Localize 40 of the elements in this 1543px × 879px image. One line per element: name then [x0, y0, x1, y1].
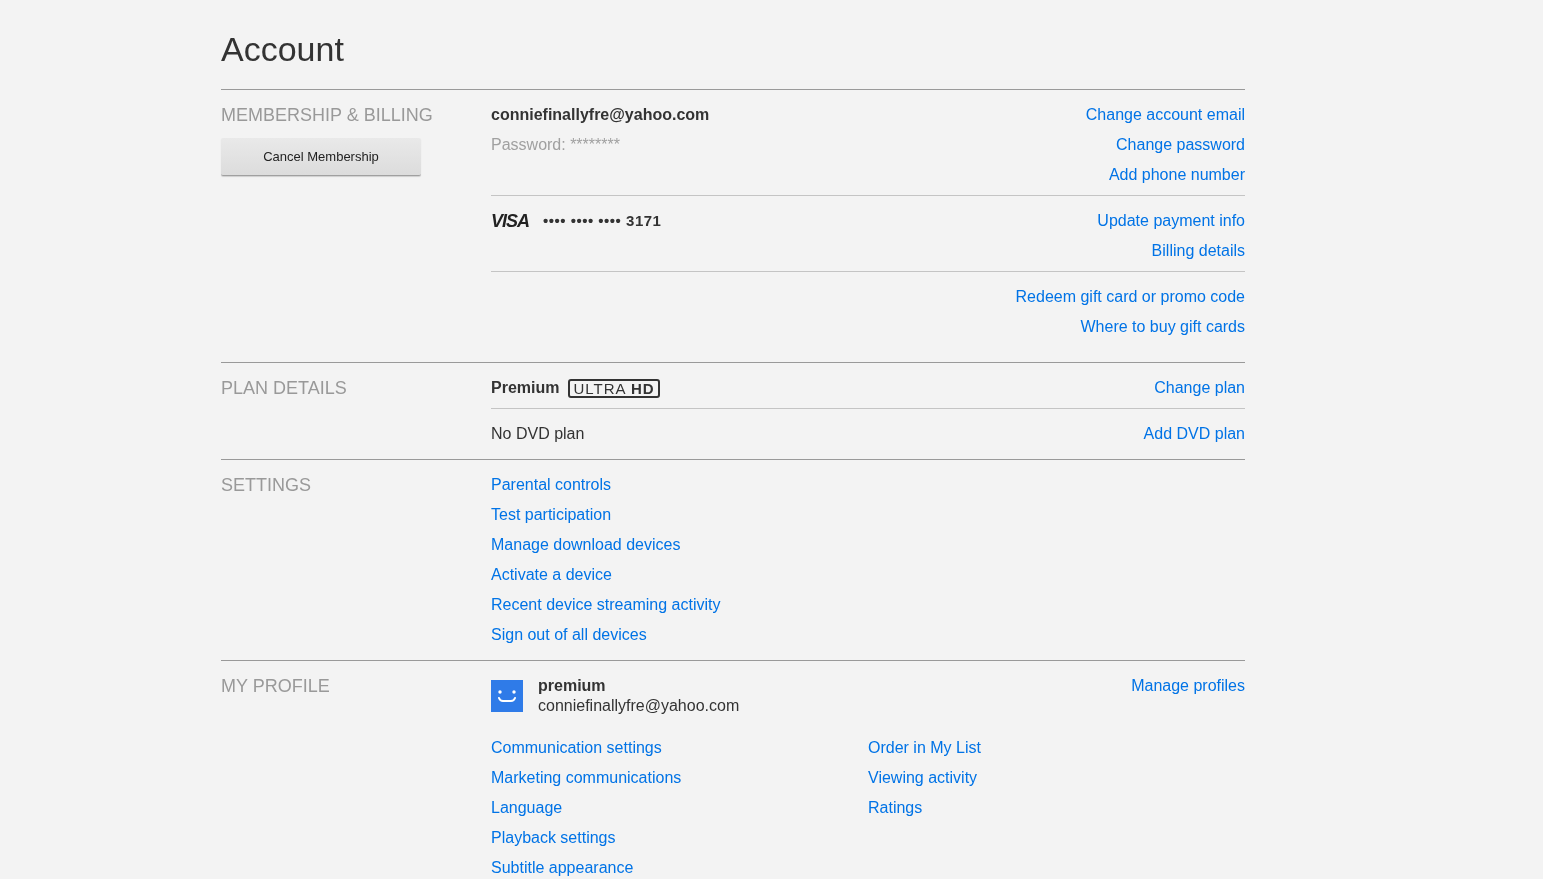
account-email: conniefinallyfre@yahoo.com [491, 105, 710, 125]
cancel-membership-button[interactable]: Cancel Membership [221, 138, 421, 176]
section-heading: MY PROFILE [221, 676, 330, 696]
smiley-avatar-icon [491, 680, 523, 712]
settings-link[interactable]: Parental controls [491, 475, 612, 495]
page-title: Account [221, 29, 344, 69]
profile-link[interactable]: Communication settings [491, 738, 662, 758]
dvd-plan-text: No DVD plan [491, 424, 585, 444]
gift-card-link[interactable]: Where to buy gift cards [1080, 317, 1245, 337]
plan-name: Premium [491, 378, 560, 398]
account-link[interactable]: Add phone number [1108, 165, 1245, 185]
profile-link[interactable]: Playback settings [491, 828, 616, 848]
settings-link[interactable]: Test participation [491, 505, 612, 525]
card-brand-text: VISA [491, 211, 529, 231]
settings-link[interactable]: Sign out of all devices [491, 625, 647, 645]
section-heading: MEMBERSHIP & BILLING [221, 105, 433, 125]
profile-link[interactable]: Viewing activity [868, 768, 978, 788]
manage-profiles-link[interactable]: Manage profiles [1131, 676, 1245, 696]
profile-name: premium [538, 676, 607, 696]
card-number: •••• •••• •••• 3171 [543, 211, 662, 231]
profile-email: conniefinallyfre@yahoo.com [538, 696, 740, 716]
password-text: Password: ******** [491, 135, 621, 155]
settings-link[interactable]: Activate a device [491, 565, 612, 585]
change-plan-link[interactable]: Change plan [1154, 378, 1245, 398]
account-link[interactable]: Change password [1116, 135, 1245, 155]
profile-link[interactable]: Ratings [868, 798, 923, 818]
profile-link[interactable]: Order in My List [868, 738, 981, 758]
gift-card-link[interactable]: Redeem gift card or promo code [1015, 287, 1245, 307]
section-heading: SETTINGS [221, 475, 311, 495]
settings-link[interactable]: Manage download devices [491, 535, 681, 555]
add-dvd-plan-link[interactable]: Add DVD plan [1143, 424, 1245, 444]
settings-link[interactable]: Recent device streaming activity [491, 595, 721, 615]
payment-link[interactable]: Update payment info [1097, 211, 1245, 231]
profile-link[interactable]: Subtitle appearance [491, 858, 634, 878]
profile-link[interactable]: Marketing communications [491, 768, 682, 788]
section-heading: PLAN DETAILS [221, 378, 347, 398]
payment-link[interactable]: Billing details [1151, 241, 1245, 261]
quality-badge: ULTRA HD [568, 378, 660, 398]
account-link[interactable]: Change account email [1085, 105, 1245, 125]
profile-link[interactable]: Language [491, 798, 563, 818]
